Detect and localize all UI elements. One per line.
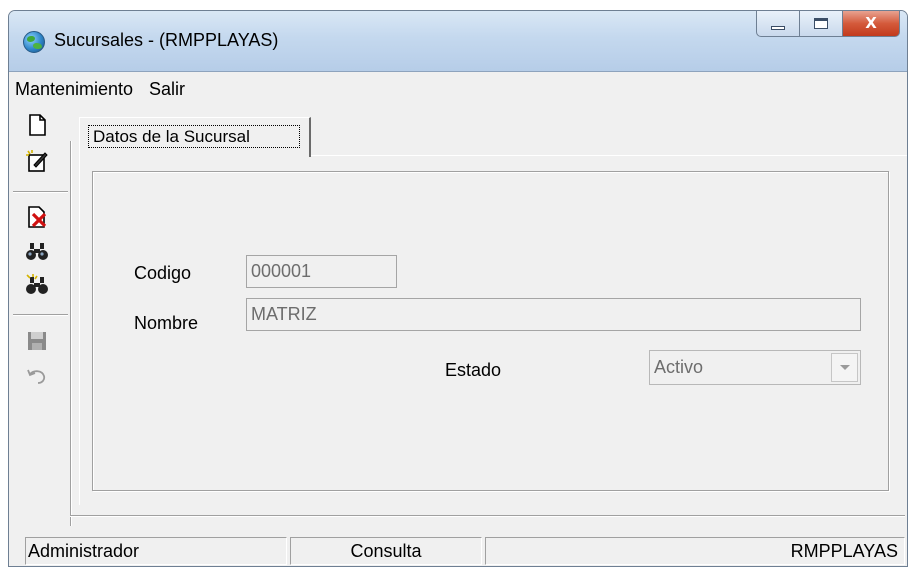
delete-button[interactable] xyxy=(25,205,49,229)
window-title: Sucursales - (RMPPLAYAS) xyxy=(54,30,279,50)
minimize-button[interactable] xyxy=(756,11,799,37)
undo-button[interactable] xyxy=(25,365,49,389)
find-next-icon xyxy=(26,274,48,294)
estado-select[interactable]: Activo xyxy=(649,350,861,385)
save-icon xyxy=(28,332,46,350)
title-bar[interactable]: Sucursales - (RMPPLAYAS) X xyxy=(9,11,907,72)
sucursales-window: Sucursales - (RMPPLAYAS) X Mantenimiento… xyxy=(8,10,908,567)
codigo-field[interactable]: 000001 xyxy=(246,255,397,288)
nombre-field[interactable]: MATRIZ xyxy=(246,298,861,331)
save-button[interactable] xyxy=(25,329,49,353)
toolbar-separator xyxy=(13,191,68,193)
delete-document-icon xyxy=(28,206,47,228)
tab-label: Datos de la Sucursal xyxy=(88,125,300,148)
menu-mantenimiento[interactable]: Mantenimiento xyxy=(15,79,133,100)
menu-bar: Mantenimiento Salir xyxy=(9,72,907,106)
new-button[interactable] xyxy=(25,113,49,137)
estado-selected-value: Activo xyxy=(654,357,704,377)
chevron-down-icon xyxy=(839,365,850,370)
edit-document-icon xyxy=(26,150,48,172)
menu-salir[interactable]: Salir xyxy=(149,79,185,100)
estado-label: Estado xyxy=(445,360,502,380)
maximize-icon xyxy=(814,18,828,29)
codigo-label: Codigo xyxy=(134,263,192,283)
vertical-toolbar xyxy=(9,111,72,536)
maximize-button[interactable] xyxy=(799,11,842,37)
status-bar: Administrador Consulta RMPPLAYAS xyxy=(9,533,907,566)
undo-icon xyxy=(27,369,46,384)
nombre-label: Nombre xyxy=(134,313,199,333)
find-icon xyxy=(26,243,48,260)
globe-icon xyxy=(23,31,45,53)
close-button[interactable]: X xyxy=(842,11,900,37)
status-mode: Consulta xyxy=(290,537,482,565)
estado-dropdown-button[interactable] xyxy=(831,353,858,382)
status-user: Administrador xyxy=(25,537,287,565)
minimize-icon xyxy=(771,25,785,30)
find-button[interactable] xyxy=(25,239,49,263)
tab-datos-sucursal[interactable]: Datos de la Sucursal xyxy=(79,117,311,157)
toolbar-separator xyxy=(13,314,68,316)
content-bottom-divider xyxy=(70,515,905,517)
edit-button[interactable] xyxy=(25,149,49,173)
status-company: RMPPLAYAS xyxy=(485,537,905,565)
new-document-icon xyxy=(29,114,46,136)
caption-buttons: X xyxy=(756,11,900,37)
toolbar-divider xyxy=(70,141,72,526)
find-next-button[interactable] xyxy=(25,273,49,297)
close-icon: X xyxy=(865,14,877,32)
group-box xyxy=(92,171,889,491)
